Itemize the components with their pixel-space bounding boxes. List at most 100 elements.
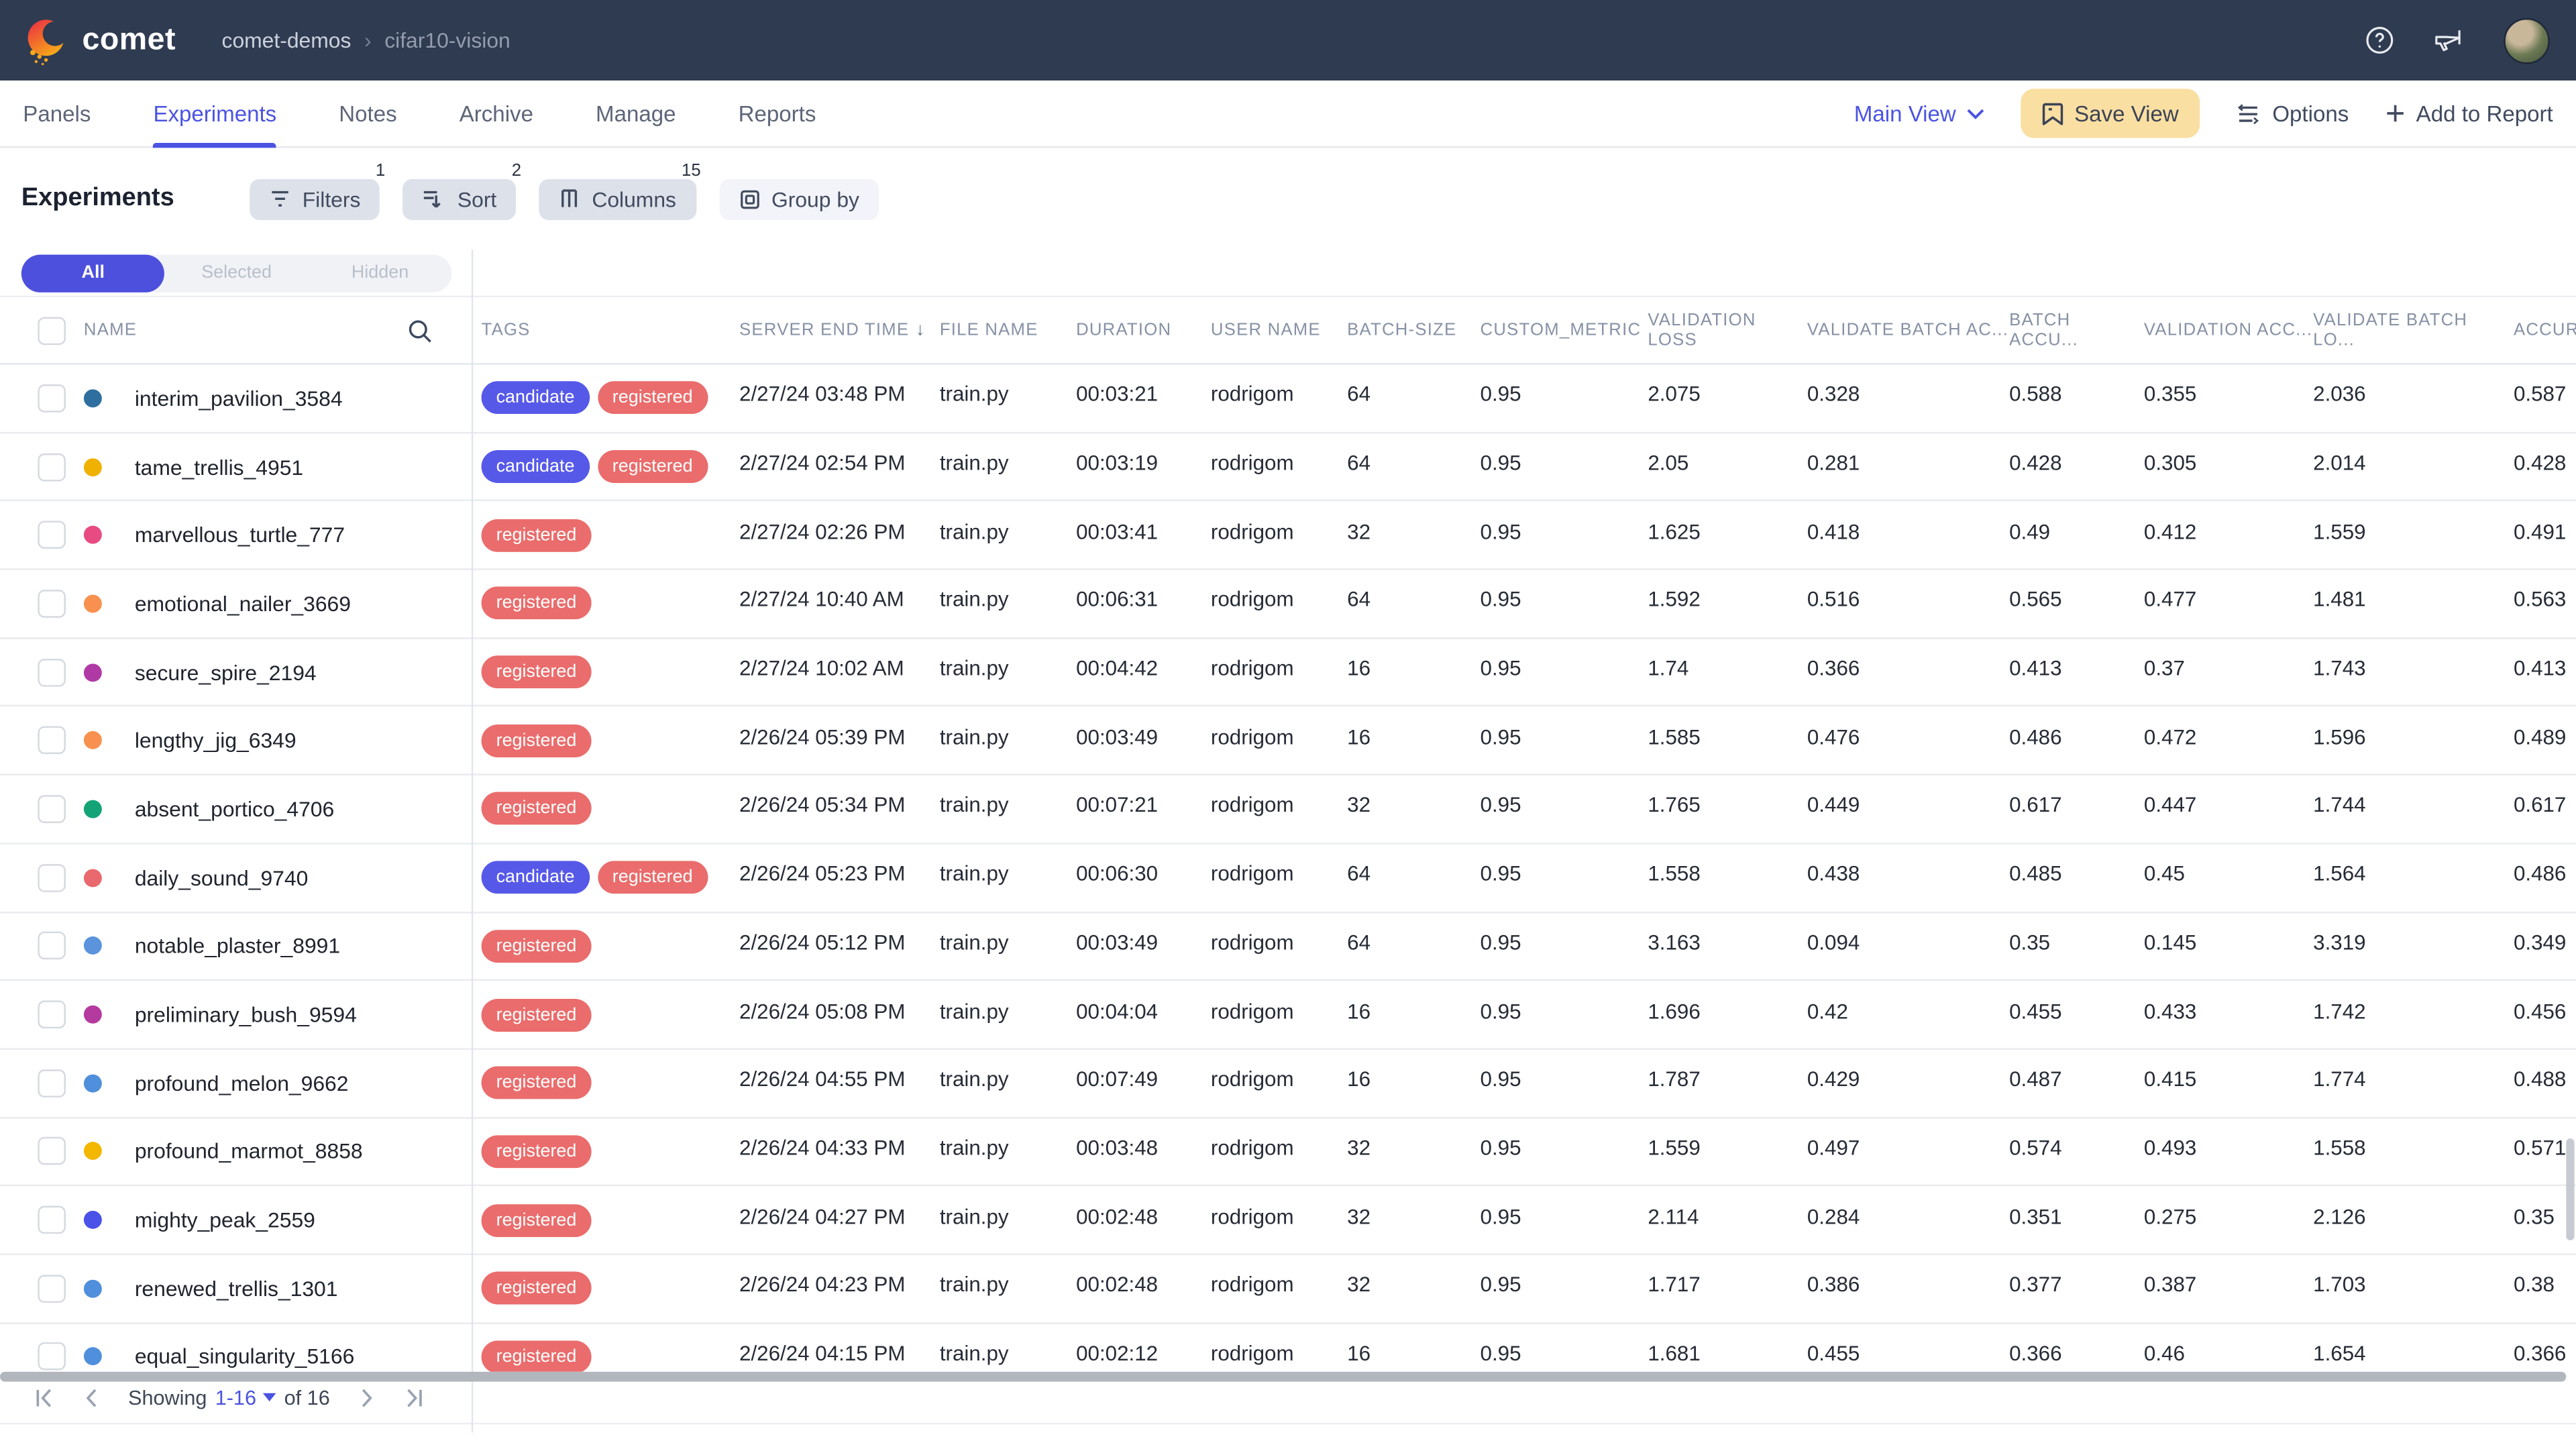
column-header-server_end_time[interactable]: SERVER END TIME↓ <box>739 311 940 350</box>
group-by-button[interactable]: Group by <box>719 178 879 219</box>
table-row[interactable]: tame_trellis_4951candidateregistered2/27… <box>0 433 2576 502</box>
table-row[interactable]: profound_marmot_8858registered2/26/24 04… <box>0 1118 2576 1187</box>
experiment-name[interactable]: marvellous_turtle_777 <box>135 523 345 547</box>
table-row[interactable]: secure_spire_2194registered2/27/24 10:02… <box>0 639 2576 707</box>
row-checkbox[interactable] <box>38 1138 66 1166</box>
row-checkbox[interactable] <box>38 1001 66 1029</box>
experiment-name[interactable]: interim_pavilion_3584 <box>135 386 343 411</box>
view-selector[interactable]: Main View <box>1854 101 1984 126</box>
tab-manage[interactable]: Manage <box>596 80 676 147</box>
table-row[interactable]: mighty_peak_2559registered2/26/24 04:27 … <box>0 1187 2576 1255</box>
experiment-name[interactable]: lengthy_jig_6349 <box>135 729 297 753</box>
previous-page-button[interactable] <box>76 1387 105 1407</box>
table-row[interactable]: lengthy_jig_6349registered2/26/24 05:39 … <box>0 707 2576 775</box>
experiment-name[interactable]: mighty_peak_2559 <box>135 1208 315 1232</box>
experiment-name[interactable]: emotional_nailer_3669 <box>135 591 351 616</box>
row-checkbox[interactable] <box>38 1206 66 1234</box>
row-checkbox[interactable] <box>38 932 66 960</box>
experiment-name[interactable]: renewed_trellis_1301 <box>135 1276 338 1301</box>
row-checkbox[interactable] <box>38 1069 66 1097</box>
tag-pill[interactable]: registered <box>482 587 592 620</box>
column-header-validate_batch_ac[interactable]: VALIDATE BATCH AC... <box>1807 311 2009 350</box>
column-header-validation_acc[interactable]: VALIDATION ACC... <box>2144 311 2313 350</box>
add-to-report-button[interactable]: Add to Report <box>2385 101 2553 126</box>
user-avatar[interactable] <box>2504 17 2550 64</box>
table-row[interactable]: marvellous_turtle_777registered2/27/24 0… <box>0 502 2576 570</box>
table-row[interactable]: notable_plaster_8991registered2/26/24 05… <box>0 912 2576 981</box>
vertical-scrollbar[interactable] <box>2566 1138 2574 1240</box>
row-checkbox[interactable] <box>38 384 66 413</box>
column-header-name[interactable]: NAME <box>84 321 137 340</box>
filters-button[interactable]: Filters 1 <box>250 178 380 219</box>
table-row[interactable]: preliminary_bush_9594registered2/26/24 0… <box>0 981 2576 1050</box>
row-checkbox[interactable] <box>38 727 66 755</box>
table-row[interactable]: emotional_nailer_3669registered2/27/24 1… <box>0 570 2576 639</box>
comet-logo[interactable]: comet <box>26 15 176 64</box>
table-row[interactable]: interim_pavilion_3584 candidateregistered… <box>0 365 2576 433</box>
tag-pill[interactable]: registered <box>482 1203 592 1236</box>
column-header-validate_batch_lo[interactable]: VALIDATE BATCH LO... <box>2313 311 2514 350</box>
select-all-checkbox[interactable] <box>38 316 66 344</box>
experiment-name[interactable]: absent_portico_4706 <box>135 797 334 822</box>
row-checkbox[interactable] <box>38 658 66 686</box>
experiment-name[interactable]: tame_trellis_4951 <box>135 454 303 479</box>
tag-pill[interactable]: registered <box>598 450 708 483</box>
row-checkbox[interactable] <box>38 521 66 549</box>
column-header-accuracy[interactable]: ACCURA... <box>2514 311 2576 350</box>
segment-selected[interactable]: Selected <box>165 254 309 291</box>
breadcrumb-project[interactable]: cifar10-vision <box>384 28 511 53</box>
tag-pill[interactable]: registered <box>482 1067 592 1099</box>
options-button[interactable]: Options <box>2236 101 2349 126</box>
last-page-button[interactable] <box>399 1387 429 1407</box>
tag-pill[interactable]: registered <box>482 1135 592 1168</box>
tab-panels[interactable]: Panels <box>23 80 91 147</box>
tag-pill[interactable]: registered <box>598 382 708 415</box>
tag-pill[interactable]: registered <box>482 519 592 551</box>
experiment-name[interactable]: profound_melon_9662 <box>135 1071 349 1095</box>
tag-pill[interactable]: registered <box>482 930 592 963</box>
row-checkbox[interactable] <box>38 453 66 481</box>
row-checkbox[interactable] <box>38 863 66 892</box>
horizontal-scrollbar[interactable] <box>0 1372 2566 1382</box>
experiment-name[interactable]: equal_singularity_5166 <box>135 1344 354 1369</box>
column-header-custom_metric[interactable]: CUSTOM_METRIC <box>1481 311 1648 350</box>
table-row[interactable]: renewed_trellis_1301registered2/26/24 04… <box>0 1255 2576 1324</box>
save-view-button[interactable]: Save View <box>2020 89 2200 138</box>
tag-pill[interactable]: registered <box>598 861 708 894</box>
tag-pill[interactable]: registered <box>482 724 592 757</box>
tag-pill[interactable]: registered <box>482 655 592 688</box>
page-range-selector[interactable]: 1-16 <box>215 1386 276 1409</box>
tag-pill[interactable]: candidate <box>482 861 590 894</box>
next-page-button[interactable] <box>353 1387 382 1407</box>
tab-experiments[interactable]: Experiments <box>153 80 276 147</box>
row-checkbox[interactable] <box>38 795 66 823</box>
tag-pill[interactable]: candidate <box>482 450 590 483</box>
tab-reports[interactable]: Reports <box>739 80 816 147</box>
experiment-name[interactable]: profound_marmot_8858 <box>135 1139 363 1164</box>
tag-pill[interactable]: registered <box>482 1340 592 1372</box>
table-row[interactable]: daily_sound_9740candidateregistered2/26/… <box>0 844 2576 912</box>
row-checkbox[interactable] <box>38 1343 66 1371</box>
column-header-batch_size[interactable]: BATCH-SIZE <box>1347 311 1480 350</box>
breadcrumb-workspace[interactable]: comet-demos <box>222 28 352 53</box>
table-row[interactable]: equal_singularity_5166registered2/26/24 … <box>0 1324 2576 1372</box>
first-page-button[interactable] <box>30 1387 59 1407</box>
table-row[interactable]: absent_portico_4706registered2/26/24 05:… <box>0 775 2576 844</box>
experiment-name[interactable]: secure_spire_2194 <box>135 659 317 684</box>
column-header-user_name[interactable]: USER NAME <box>1211 311 1347 350</box>
experiment-name[interactable]: preliminary_bush_9594 <box>135 1002 357 1027</box>
help-icon[interactable] <box>2366 26 2394 54</box>
column-header-duration[interactable]: DURATION <box>1076 311 1211 350</box>
column-header-file_name[interactable]: FILE NAME <box>940 311 1076 350</box>
row-checkbox[interactable] <box>38 590 66 618</box>
tag-pill[interactable]: registered <box>482 1272 592 1305</box>
column-header-batch_accu[interactable]: BATCH ACCU... <box>2009 311 2144 350</box>
announcements-icon[interactable] <box>2433 26 2465 54</box>
column-header-validation_loss[interactable]: VALIDATION LOSS <box>1648 311 1807 350</box>
table-row[interactable]: profound_melon_9662registered2/26/24 04:… <box>0 1050 2576 1118</box>
experiment-name[interactable]: notable_plaster_8991 <box>135 934 340 959</box>
column-header-tags[interactable]: TAGS <box>482 311 739 350</box>
tag-pill[interactable]: candidate <box>482 382 590 415</box>
tag-pill[interactable]: registered <box>482 998 592 1031</box>
experiment-name[interactable]: daily_sound_9740 <box>135 865 308 890</box>
